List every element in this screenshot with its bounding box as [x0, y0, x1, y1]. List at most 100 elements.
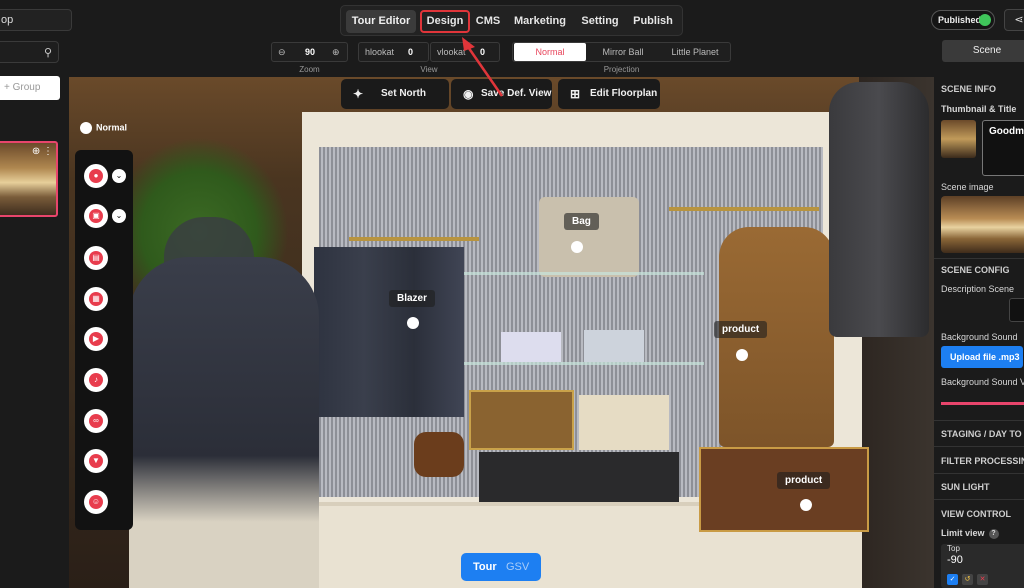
hotspot-label-blazer[interactable]: Blazer [389, 290, 436, 307]
share-icon: ⋖ [1014, 14, 1024, 26]
scene-options-icon[interactable]: ⊕ ⋮ [32, 146, 53, 157]
main-nav: Tour Editor Design CMS Marketing Setting… [340, 5, 683, 36]
limit-top-label: Top [947, 544, 960, 553]
projection-little-planet[interactable]: Little Planet [659, 43, 731, 61]
add-audio-hotspot-button[interactable]: ♪ [84, 368, 108, 392]
scene-search-input[interactable]: ⚲ [0, 41, 59, 63]
share-button[interactable]: ⋖ [1004, 9, 1024, 31]
scene-config-heading[interactable]: SCENE CONFIG [941, 265, 1010, 275]
hotspot-marker-product-chest[interactable] [800, 499, 812, 511]
add-gallery-hotspot-button[interactable]: ▤ [84, 246, 108, 270]
nav-setting[interactable]: Setting [576, 10, 624, 33]
edit-floorplan-button[interactable]: ⊞ Edit Floorplan [558, 79, 660, 109]
vlookat-field[interactable]: vlookat 0 [430, 42, 500, 62]
save-default-view-button[interactable]: ◉ Save Def. View [451, 79, 552, 109]
scene-thumbnail[interactable]: ⊕ ⋮ [0, 141, 58, 217]
project-name-field[interactable]: op [0, 9, 72, 31]
vlookat-label: vlookat [437, 47, 466, 57]
search-icon: ⚲ [43, 47, 52, 59]
sun-light-heading[interactable]: SUN LIGHT [941, 482, 990, 492]
nav-design[interactable]: Design [420, 10, 470, 33]
divider [934, 420, 1024, 421]
add-link-hotspot-button[interactable]: ∞ [84, 409, 108, 433]
add-video-hotspot-button[interactable]: ▶ [84, 327, 108, 351]
video-icon: ▶ [89, 332, 103, 346]
projection-mirror-ball[interactable]: Mirror Ball [587, 43, 659, 61]
close-icon[interactable]: ✕ [977, 574, 988, 585]
add-info-hotspot-button[interactable]: ▣ [84, 204, 108, 228]
background-sound-volume-label: Background Sound V [941, 377, 1024, 387]
upload-mp3-button[interactable]: Upload file .mp3 [941, 346, 1023, 368]
panorama-viewer[interactable]: ✦ Set North ◉ Save Def. View ⊞ Edit Floo… [69, 77, 934, 588]
view-mode-toggle[interactable]: Normal [80, 122, 127, 134]
hotspot-label-bag[interactable]: Bag [564, 213, 599, 230]
tour-label[interactable]: Tour [473, 561, 497, 573]
scene-dark-clothes [479, 452, 679, 502]
scene-chest [699, 447, 869, 532]
projection-label: Projection [603, 65, 640, 74]
staging-heading[interactable]: STAGING / DAY TO [941, 429, 1022, 439]
published-toggle[interactable]: Published [931, 10, 995, 30]
zoom-control[interactable]: ⊖ 90 ⊕ [271, 42, 348, 62]
hlookat-field[interactable]: hlookat 0 [358, 42, 429, 62]
zoom-value[interactable]: 90 [305, 47, 315, 57]
divider [934, 446, 1024, 447]
add-location-hotspot-button[interactable]: ● [84, 164, 108, 188]
description-input[interactable] [1009, 298, 1024, 322]
shirt-icon: ▼ [89, 454, 103, 468]
tour-gsv-toggle[interactable]: Tour GSV [461, 553, 541, 581]
view-control-heading[interactable]: VIEW CONTROL [941, 509, 1011, 519]
hotspot-marker-blazer[interactable] [407, 317, 419, 329]
projection-normal[interactable]: Normal [514, 43, 586, 61]
set-north-button[interactable]: ✦ Set North [341, 79, 449, 109]
nav-marketing[interactable]: Marketing [510, 10, 570, 33]
volume-slider[interactable] [941, 402, 1024, 405]
save-default-view-label: Save Def. View [481, 88, 552, 99]
hotspot-marker-product-jacket[interactable] [736, 349, 748, 361]
link-icon: ∞ [89, 414, 103, 428]
chevron-down-icon[interactable]: ⌄ [112, 169, 126, 183]
scene-shoes [414, 432, 464, 477]
edit-floorplan-label: Edit Floorplan [590, 88, 658, 99]
limit-top-field[interactable]: Top -90 ✓ ↺ ✕ [941, 544, 1024, 588]
scene-image-preview[interactable] [941, 196, 1024, 253]
description-scene-label: Description Scene [941, 284, 1015, 294]
thumbnail-image[interactable] [941, 120, 976, 158]
nav-publish[interactable]: Publish [630, 10, 676, 33]
add-group-label: + Group [4, 82, 41, 93]
hlookat-value: 0 [408, 47, 414, 57]
chevron-down-icon[interactable]: ⌄ [112, 209, 126, 223]
hlookat-label: hlookat [365, 47, 395, 57]
hotspot-marker-bag[interactable] [571, 241, 583, 253]
hotspot-label-product-jacket[interactable]: product [714, 321, 768, 338]
background-sound-label: Background Sound [941, 332, 1018, 342]
view-label: View [420, 65, 438, 74]
nav-tour-editor[interactable]: Tour Editor [346, 10, 416, 33]
hotspot-label-product-chest[interactable]: product [777, 472, 831, 489]
zoom-label: Zoom [299, 65, 320, 74]
vlookat-value: 0 [480, 47, 486, 57]
add-person-hotspot-button[interactable]: ☺ [84, 490, 108, 514]
zoom-minus-icon[interactable]: ⊖ [278, 47, 286, 58]
nav-cms[interactable]: CMS [472, 10, 504, 33]
add-image-hotspot-button[interactable]: ▦ [84, 287, 108, 311]
add-group-button[interactable]: + Group [0, 76, 60, 100]
reset-icon[interactable]: ↺ [962, 574, 973, 585]
zoom-plus-icon[interactable]: ⊕ [332, 47, 340, 58]
scene-title-input[interactable]: Goodma [982, 120, 1024, 176]
scene-jackets [314, 247, 464, 417]
tab-scene[interactable]: Scene [942, 40, 1024, 62]
help-icon[interactable]: ? [988, 528, 999, 539]
filter-processing-heading[interactable]: FILTER PROCESSIN [941, 456, 1024, 466]
scene-rail-right [669, 207, 819, 211]
thumbnail-title-label: Thumbnail & Title [941, 104, 1017, 114]
limit-top-value[interactable]: -90 [947, 554, 963, 566]
check-icon[interactable]: ✓ [947, 574, 958, 585]
limit-view-label: Limit view [941, 528, 985, 538]
scene-info-heading[interactable]: SCENE INFO [941, 84, 996, 94]
published-status-dot [979, 14, 991, 26]
person-icon: ☺ [89, 495, 103, 509]
add-product-hotspot-button[interactable]: ▼ [84, 449, 108, 473]
compass-icon: ✦ [353, 87, 364, 101]
gsv-label[interactable]: GSV [506, 561, 529, 573]
